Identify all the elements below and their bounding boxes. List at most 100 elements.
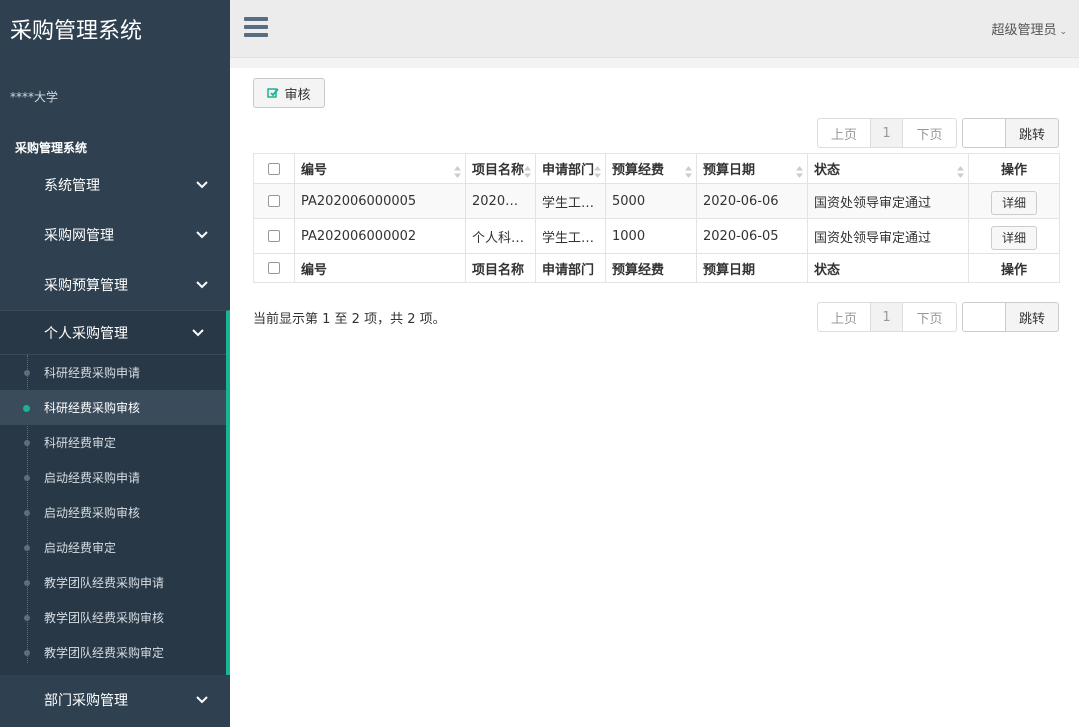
submenu-item-team-apply[interactable]: 教学团队经费采购申请	[0, 565, 226, 600]
procurement-table: 编号 项目名称 申请部门 预算经费 预算日期 状态 操作 PA202006000…	[253, 153, 1060, 283]
page-number-button[interactable]: 1	[871, 118, 903, 148]
submenu-label: 科研经费采购申请	[44, 366, 141, 380]
column-header-action: 操作	[968, 153, 1060, 184]
sidebar: 采购管理系统 ****大学 采购管理系统 系统管理 采购网管理 采购预算管理 个…	[0, 0, 230, 727]
jump-button[interactable]: 跳转	[1006, 302, 1059, 332]
cell-budget: 5000	[605, 183, 697, 219]
column-header-name[interactable]: 项目名称	[465, 153, 536, 184]
bullet-dot-icon	[24, 650, 30, 656]
table-header-row: 编号 项目名称 申请部门 预算经费 预算日期 状态 操作	[253, 153, 1060, 184]
pager-top: 上页 1 下页 跳转	[817, 118, 1059, 148]
submenu-item-team-review[interactable]: 教学团队经费采购审核	[0, 600, 226, 635]
cell-date: 2020-06-06	[696, 183, 808, 219]
cell-name: 2020…	[465, 183, 536, 219]
detail-button[interactable]: 详细	[991, 225, 1037, 250]
sidebar-item-procurement-site[interactable]: 采购网管理	[0, 210, 230, 260]
sort-icon	[685, 166, 692, 178]
column-header-date[interactable]: 预算日期	[696, 153, 808, 184]
footer-checkbox[interactable]	[268, 262, 280, 274]
table-row: PA202006000002 个人科… 学生工… 1000 2020-06-05…	[253, 218, 1060, 254]
caret-down-icon: ⌄	[1059, 27, 1067, 37]
audit-button[interactable]: 审核	[253, 78, 325, 108]
footer-action: 操作	[968, 253, 1060, 283]
jump-button[interactable]: 跳转	[1006, 118, 1059, 148]
bullet-dot-icon	[23, 405, 30, 412]
sidebar-item-budget-management[interactable]: 采购预算管理	[0, 260, 230, 310]
topbar: 超级管理员 ⌄	[230, 0, 1079, 58]
footer-id: 编号	[294, 253, 466, 283]
chevron-down-icon	[196, 179, 208, 191]
sidebar-item-label: 采购网管理	[44, 228, 114, 244]
next-page-button[interactable]: 下页	[903, 118, 957, 148]
submenu-item-research-review[interactable]: 科研经费采购审核	[0, 390, 226, 425]
cell-status: 国资处领导审定通过	[807, 183, 969, 219]
footer-date: 预算日期	[696, 253, 808, 283]
submenu-label: 启动经费采购申请	[44, 471, 141, 485]
column-header-id[interactable]: 编号	[294, 153, 466, 184]
sort-icon	[594, 166, 601, 178]
submenu-label: 科研经费审定	[44, 436, 117, 450]
detail-button[interactable]: 详细	[991, 190, 1037, 215]
submenu-label: 教学团队经费采购申请	[44, 576, 165, 590]
submenu-item-team-approve[interactable]: 教学团队经费采购审定	[0, 635, 226, 670]
row-checkbox-cell	[253, 183, 295, 219]
user-name: 超级管理员	[991, 23, 1057, 38]
cell-date: 2020-06-05	[696, 218, 808, 254]
audit-button-label: 审核	[284, 87, 311, 103]
submenu-item-startup-approve[interactable]: 启动经费审定	[0, 530, 226, 565]
prev-page-button[interactable]: 上页	[817, 302, 871, 332]
sidebar-item-personal-procurement[interactable]: 个人采购管理	[0, 311, 226, 355]
cell-action: 详细	[968, 218, 1060, 254]
submenu-label: 教学团队经费采购审定	[44, 646, 165, 660]
bullet-dot-icon	[24, 510, 30, 516]
table-footer-row: 编号 项目名称 申请部门 预算经费 预算日期 状态 操作	[253, 253, 1060, 283]
sort-icon	[524, 166, 531, 178]
hamburger-menu-icon[interactable]	[244, 17, 268, 39]
submenu-item-research-approve[interactable]: 科研经费审定	[0, 425, 226, 460]
footer-status: 状态	[807, 253, 969, 283]
cell-id: PA202006000005	[294, 183, 466, 219]
chevron-down-icon	[196, 279, 208, 291]
chevron-down-icon	[192, 327, 204, 339]
row-checkbox[interactable]	[268, 195, 280, 207]
sidebar-item-department-procurement[interactable]: 部门采购管理	[0, 675, 230, 725]
select-all-checkbox[interactable]	[268, 162, 280, 175]
main-content: 审核 上页 1 下页 跳转 编号 项目名称 申请部门 预算经费 预算日期 状态 …	[230, 58, 1079, 727]
cell-name: 个人科…	[465, 218, 536, 254]
submenu-item-research-apply[interactable]: 科研经费采购申请	[0, 355, 226, 390]
chevron-down-icon	[196, 694, 208, 706]
column-header-dept[interactable]: 申请部门	[535, 153, 606, 184]
bullet-dot-icon	[24, 370, 30, 376]
column-header-status[interactable]: 状态	[807, 153, 969, 184]
select-all-cell	[253, 153, 295, 184]
submenu-label: 启动经费审定	[44, 541, 117, 555]
next-page-button[interactable]: 下页	[903, 302, 957, 332]
row-checkbox-cell	[253, 218, 295, 254]
footer-checkbox-cell	[253, 253, 295, 283]
sidebar-item-label: 部门采购管理	[44, 693, 128, 709]
app-title: 采购管理系统	[10, 19, 143, 44]
bullet-dot-icon	[24, 440, 30, 446]
jump-page-input[interactable]	[962, 118, 1006, 148]
prev-page-button[interactable]: 上页	[817, 118, 871, 148]
table-row: PA202006000005 2020… 学生工… 5000 2020-06-0…	[253, 183, 1060, 219]
pagination-summary: 当前显示第 1 至 2 项，共 2 项。	[253, 312, 446, 327]
sort-icon	[454, 166, 461, 178]
submenu-item-startup-apply[interactable]: 启动经费采购申请	[0, 460, 226, 495]
jump-page-input[interactable]	[962, 302, 1006, 332]
submenu-label: 教学团队经费采购审核	[44, 611, 165, 625]
sidebar-item-label: 系统管理	[44, 178, 100, 194]
footer-budget: 预算经费	[605, 253, 697, 283]
submenu-label: 启动经费采购审核	[44, 506, 141, 520]
chevron-down-icon	[196, 229, 208, 241]
cell-dept: 学生工…	[535, 183, 606, 219]
bullet-dot-icon	[24, 580, 30, 586]
page-number-button[interactable]: 1	[871, 302, 903, 332]
sort-icon	[796, 166, 803, 178]
column-header-budget[interactable]: 预算经费	[605, 153, 697, 184]
row-checkbox[interactable]	[268, 230, 280, 242]
sidebar-item-system-management[interactable]: 系统管理	[0, 160, 230, 210]
footer-dept: 申请部门	[535, 253, 606, 283]
user-menu[interactable]: 超级管理员 ⌄	[991, 19, 1067, 38]
submenu-item-startup-review[interactable]: 启动经费采购审核	[0, 495, 226, 530]
